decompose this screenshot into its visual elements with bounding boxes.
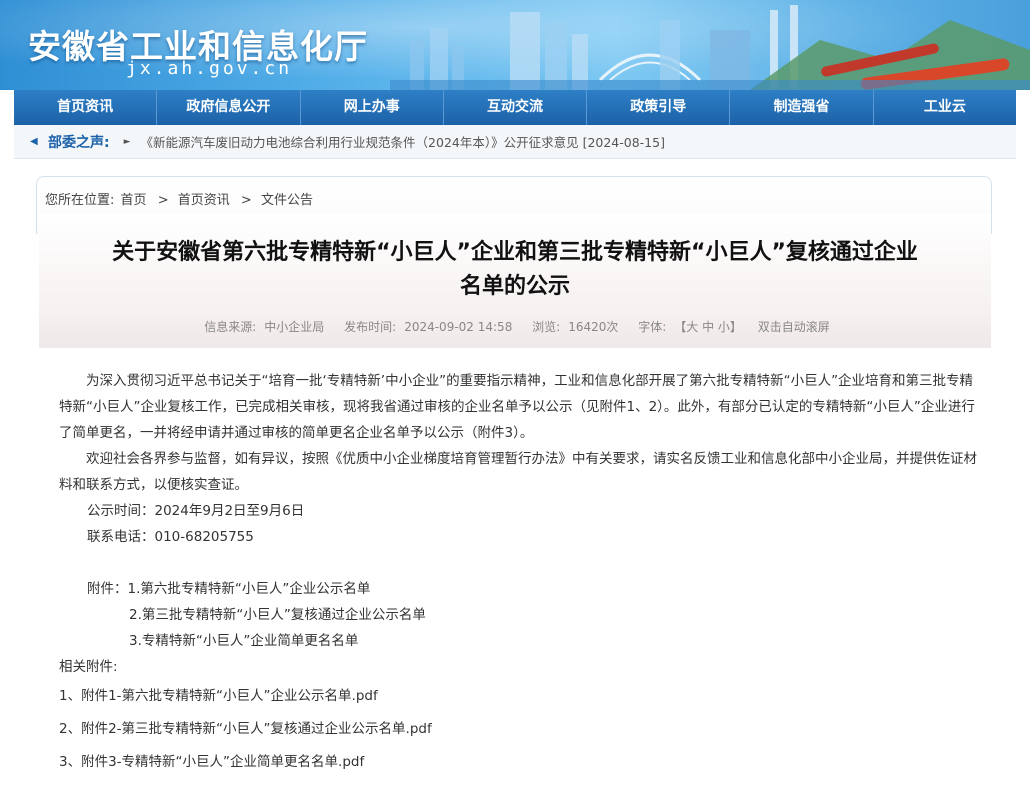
file-link-3[interactable]: 3、附件3-专精特新“小巨人”企业简单更名名单.pdf	[59, 746, 977, 779]
attachment-item-3: 3.专精特新“小巨人”企业简单更名名单	[129, 633, 359, 649]
article-paragraph-2: 欢迎社会各界参与监督，如有异议，按照《优质中小企业梯度培育管理暂行办法》中有关要…	[59, 451, 977, 493]
notice-time: 公示时间：2024年9月2日至9月6日	[87, 503, 305, 519]
breadcrumb-item-notices[interactable]: 文件公告	[261, 193, 313, 208]
breadcrumb: 您所在位置: 首页 > 首页资讯 > 文件公告	[45, 189, 315, 208]
city-skyline-illustration	[390, 5, 1030, 90]
nav-item-manufacturing[interactable]: 制造强省	[730, 90, 874, 125]
article-paragraph-1: 为深入贯彻习近平总书记关于“培育一批‘专精特新’中小企业”的重要指示精神，工业和…	[59, 373, 975, 441]
attachment-item-2: 2.第三批专精特新“小巨人”复核通过企业公示名单	[129, 607, 426, 623]
meta-source-value: 中小企业局	[264, 320, 325, 334]
font-size-switcher[interactable]: 【大 中 小】	[674, 320, 742, 334]
attachment-label: 附件：	[87, 581, 128, 597]
breadcrumb-item-news[interactable]: 首页资讯	[178, 193, 230, 208]
related-attachments-label: 相关附件:	[59, 659, 118, 675]
article-body: 为深入贯彻习近平总书记关于“培育一批‘专精特新’中小企业”的重要指示精神，工业和…	[59, 368, 977, 779]
breadcrumb-separator: >	[157, 193, 169, 208]
breadcrumb-item-home[interactable]: 首页	[121, 193, 147, 208]
contact-phone: 联系电话：010-68205755	[87, 529, 254, 545]
breadcrumb-prefix: 您所在位置:	[45, 193, 115, 208]
main-nav: 首页资讯 政府信息公开 网上办事 互动交流 政策引导 制造强省 工业云	[14, 90, 1016, 125]
speaker-icon: ◀	[30, 135, 38, 147]
ticker-label: 部委之声:	[48, 134, 110, 151]
nav-item-home-news[interactable]: 首页资讯	[14, 90, 158, 125]
nav-item-interaction[interactable]: 互动交流	[444, 90, 588, 125]
content-wrapper: 您所在位置: 首页 > 首页资讯 > 文件公告 关于安徽省第六批专精特新“小巨人…	[14, 160, 1016, 803]
file-link-1[interactable]: 1、附件1-第六批专精特新“小巨人”企业公示名单.pdf	[59, 680, 977, 713]
article-header: 关于安徽省第六批专精特新“小巨人”企业和第三批专精特新“小巨人”复核通过企业 名…	[39, 214, 991, 348]
ticker-news-link[interactable]: 《新能源汽车废旧动力电池综合利用行业规范条件（2024年本）》公开征求意见 [2…	[141, 132, 665, 151]
article-title-line-2: 名单的公示	[459, 274, 570, 299]
nav-item-policy[interactable]: 政策引导	[587, 90, 731, 125]
nav-item-online-service[interactable]: 网上办事	[301, 90, 444, 125]
meta-font-label: 字体:	[638, 320, 667, 334]
news-ticker: ◀ 部委之声: ► 《新能源汽车废旧动力电池综合利用行业规范条件（2024年本）…	[14, 125, 1016, 159]
attachment-item-1: 1.第六批专精特新“小巨人”企业公示名单	[127, 581, 371, 597]
meta-time-value: 2024-09-02 14:58	[404, 320, 513, 334]
meta-views-label: 浏览:	[532, 320, 561, 334]
meta-views: 浏览: 16420次	[528, 320, 622, 334]
file-link-2[interactable]: 2、附件2-第三批专精特新“小巨人”复核通过企业公示名单.pdf	[59, 713, 977, 746]
meta-time: 发布时间: 2024-09-02 14:58	[340, 320, 516, 334]
site-banner: 安徽省工业和信息化厅 jx.ah.gov.cn	[0, 0, 1030, 90]
meta-views-value: 16420次	[568, 320, 619, 334]
nav-item-industry-cloud[interactable]: 工业云	[874, 90, 1016, 125]
breadcrumb-separator: >	[240, 193, 252, 208]
autoscroll-toggle[interactable]: 双击自动滚屏	[758, 320, 830, 334]
meta-source: 信息来源: 中小企业局	[200, 320, 328, 334]
nav-item-gov-info[interactable]: 政府信息公开	[157, 90, 301, 125]
article-meta: 信息来源: 中小企业局 发布时间: 2024-09-02 14:58 浏览: 1642…	[39, 318, 991, 335]
meta-source-label: 信息来源:	[204, 320, 257, 334]
meta-time-label: 发布时间:	[344, 320, 397, 334]
meta-font: 字体: 【大 中 小】	[634, 320, 746, 334]
article-title: 关于安徽省第六批专精特新“小巨人”企业和第三批专精特新“小巨人”复核通过企业 名…	[49, 236, 981, 304]
chevron-right-icon: ►	[123, 136, 131, 147]
article-title-line-1: 关于安徽省第六批专精特新“小巨人”企业和第三批专精特新“小巨人”复核通过企业	[112, 240, 918, 265]
attachment-list-1: 附件：1.第六批专精特新“小巨人”企业公示名单	[59, 576, 977, 602]
site-domain: jx.ah.gov.cn	[126, 58, 293, 79]
